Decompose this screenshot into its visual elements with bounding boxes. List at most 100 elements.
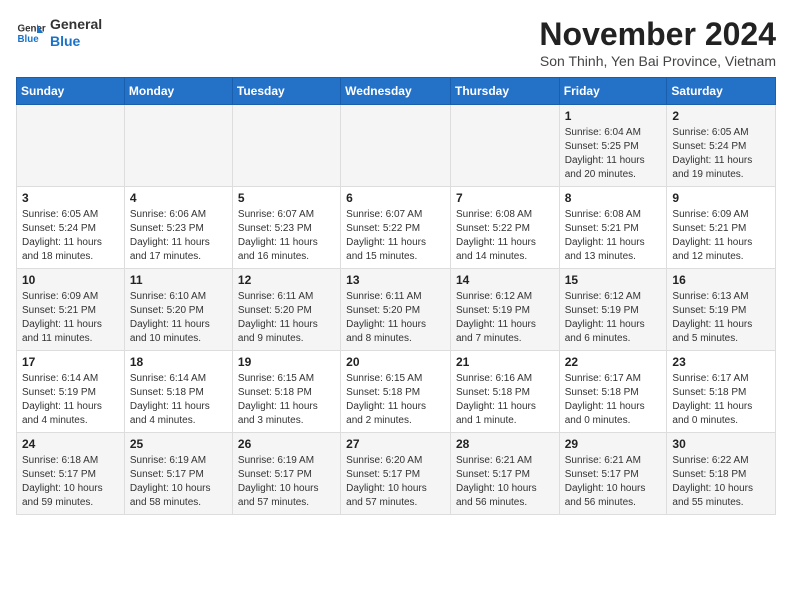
day-cell: 18Sunrise: 6:14 AM Sunset: 5:18 PM Dayli… <box>124 351 232 433</box>
logo-text: General Blue <box>50 16 102 50</box>
day-number: 19 <box>238 355 335 369</box>
day-info: Sunrise: 6:18 AM Sunset: 5:17 PM Dayligh… <box>22 454 119 510</box>
day-number: 30 <box>672 437 770 451</box>
day-number: 27 <box>346 437 445 451</box>
logo-blue: Blue <box>50 33 102 50</box>
weekday-header-tuesday: Tuesday <box>232 78 340 105</box>
day-info: Sunrise: 6:16 AM Sunset: 5:18 PM Dayligh… <box>456 372 554 428</box>
day-cell <box>17 105 125 187</box>
day-number: 17 <box>22 355 119 369</box>
day-number: 8 <box>565 191 662 205</box>
day-number: 3 <box>22 191 119 205</box>
day-info: Sunrise: 6:04 AM Sunset: 5:25 PM Dayligh… <box>565 126 662 182</box>
day-info: Sunrise: 6:07 AM Sunset: 5:22 PM Dayligh… <box>346 208 445 264</box>
day-cell: 17 Sunrise: 6:14 AM Sunset: 5:19 PM Dayli… <box>17 351 125 433</box>
weekday-header-monday: Monday <box>124 78 232 105</box>
day-info: Sunrise: 6:19 AM Sunset: 5:17 PM Dayligh… <box>238 454 335 510</box>
day-info: Sunrise: 6:08 AM Sunset: 5:22 PM Dayligh… <box>456 208 554 264</box>
day-info: Sunrise: 6:12 AM Sunset: 5:19 PM Dayligh… <box>565 290 662 346</box>
weekday-header-friday: Friday <box>559 78 667 105</box>
day-number: 22 <box>565 355 662 369</box>
day-number: 18 <box>130 355 227 369</box>
day-info: Sunrise: 6:09 AM Sunset: 5:21 PM Dayligh… <box>22 290 119 346</box>
day-cell: 4 Sunrise: 6:06 AM Sunset: 5:23 PM Daylig… <box>124 187 232 269</box>
day-number: 7 <box>456 191 554 205</box>
day-cell <box>341 105 451 187</box>
week-row-4: 17 Sunrise: 6:14 AM Sunset: 5:19 PM Dayli… <box>17 351 776 433</box>
day-number: 14 <box>456 273 554 287</box>
day-info: Sunrise: 6:05 AM Sunset: 5:24 PM Dayligh… <box>22 208 119 264</box>
day-number: 2 <box>672 109 770 123</box>
day-info: Sunrise: 6:08 AM Sunset: 5:21 PM Dayligh… <box>565 208 662 264</box>
day-cell: 19 Sunrise: 6:15 AM Sunset: 5:18 PM Dayli… <box>232 351 340 433</box>
day-number: 26 <box>238 437 335 451</box>
week-row-5: 24Sunrise: 6:18 AM Sunset: 5:17 PM Dayli… <box>17 433 776 515</box>
day-info: Sunrise: 6:22 AM Sunset: 5:18 PM Dayligh… <box>672 454 770 510</box>
day-cell: 24Sunrise: 6:18 AM Sunset: 5:17 PM Dayli… <box>17 433 125 515</box>
day-cell: 22Sunrise: 6:17 AM Sunset: 5:18 PM Dayli… <box>559 351 667 433</box>
day-number: 21 <box>456 355 554 369</box>
day-number: 16 <box>672 273 770 287</box>
day-cell: 3 Sunrise: 6:05 AM Sunset: 5:24 PM Daylig… <box>17 187 125 269</box>
day-cell: 1 Sunrise: 6:04 AM Sunset: 5:25 PM Daylig… <box>559 105 667 187</box>
day-cell <box>232 105 340 187</box>
day-cell: 27 Sunrise: 6:20 AM Sunset: 5:17 PM Dayli… <box>341 433 451 515</box>
day-cell: 30 Sunrise: 6:22 AM Sunset: 5:18 PM Dayli… <box>667 433 776 515</box>
day-number: 9 <box>672 191 770 205</box>
month-title: November 2024 <box>539 16 776 53</box>
day-info: Sunrise: 6:15 AM Sunset: 5:18 PM Dayligh… <box>346 372 445 428</box>
day-cell <box>124 105 232 187</box>
day-number: 29 <box>565 437 662 451</box>
day-info: Sunrise: 6:21 AM Sunset: 5:17 PM Dayligh… <box>456 454 554 510</box>
day-info: Sunrise: 6:07 AM Sunset: 5:23 PM Dayligh… <box>238 208 335 264</box>
day-info: Sunrise: 6:15 AM Sunset: 5:18 PM Dayligh… <box>238 372 335 428</box>
day-info: Sunrise: 6:14 AM Sunset: 5:19 PM Dayligh… <box>22 372 119 428</box>
day-cell: 11Sunrise: 6:10 AM Sunset: 5:20 PM Dayli… <box>124 269 232 351</box>
day-number: 10 <box>22 273 119 287</box>
day-cell: 5 Sunrise: 6:07 AM Sunset: 5:23 PM Daylig… <box>232 187 340 269</box>
day-number: 28 <box>456 437 554 451</box>
day-number: 11 <box>130 273 227 287</box>
day-number: 25 <box>130 437 227 451</box>
day-number: 15 <box>565 273 662 287</box>
day-cell: 12 Sunrise: 6:11 AM Sunset: 5:20 PM Dayli… <box>232 269 340 351</box>
day-cell: 15 Sunrise: 6:12 AM Sunset: 5:19 PM Dayli… <box>559 269 667 351</box>
day-number: 23 <box>672 355 770 369</box>
weekday-header-wednesday: Wednesday <box>341 78 451 105</box>
day-cell: 10 Sunrise: 6:09 AM Sunset: 5:21 PM Dayli… <box>17 269 125 351</box>
day-info: Sunrise: 6:12 AM Sunset: 5:19 PM Dayligh… <box>456 290 554 346</box>
day-number: 4 <box>130 191 227 205</box>
day-number: 13 <box>346 273 445 287</box>
weekday-header-saturday: Saturday <box>667 78 776 105</box>
day-number: 1 <box>565 109 662 123</box>
logo-icon: General Blue <box>16 18 46 48</box>
day-cell: 26 Sunrise: 6:19 AM Sunset: 5:17 PM Dayli… <box>232 433 340 515</box>
day-number: 20 <box>346 355 445 369</box>
day-cell: 2Sunrise: 6:05 AM Sunset: 5:24 PM Daylig… <box>667 105 776 187</box>
day-cell <box>450 105 559 187</box>
title-area: November 2024 Son Thinh, Yen Bai Provinc… <box>539 16 776 69</box>
day-cell: 7 Sunrise: 6:08 AM Sunset: 5:22 PM Daylig… <box>450 187 559 269</box>
day-info: Sunrise: 6:20 AM Sunset: 5:17 PM Dayligh… <box>346 454 445 510</box>
day-cell: 23 Sunrise: 6:17 AM Sunset: 5:18 PM Dayli… <box>667 351 776 433</box>
day-cell: 29Sunrise: 6:21 AM Sunset: 5:17 PM Dayli… <box>559 433 667 515</box>
day-cell: 14 Sunrise: 6:12 AM Sunset: 5:19 PM Dayli… <box>450 269 559 351</box>
day-number: 6 <box>346 191 445 205</box>
day-number: 5 <box>238 191 335 205</box>
day-cell: 8 Sunrise: 6:08 AM Sunset: 5:21 PM Daylig… <box>559 187 667 269</box>
weekday-header-sunday: Sunday <box>17 78 125 105</box>
weekday-header-row: SundayMondayTuesdayWednesdayThursdayFrid… <box>17 78 776 105</box>
svg-text:Blue: Blue <box>18 34 40 45</box>
day-info: Sunrise: 6:06 AM Sunset: 5:23 PM Dayligh… <box>130 208 227 264</box>
day-info: Sunrise: 6:11 AM Sunset: 5:20 PM Dayligh… <box>238 290 335 346</box>
day-cell: 9Sunrise: 6:09 AM Sunset: 5:21 PM Daylig… <box>667 187 776 269</box>
day-cell: 13Sunrise: 6:11 AM Sunset: 5:20 PM Dayli… <box>341 269 451 351</box>
day-cell: 6 Sunrise: 6:07 AM Sunset: 5:22 PM Daylig… <box>341 187 451 269</box>
header: General Blue General Blue November 2024 … <box>16 16 776 69</box>
day-cell: 25Sunrise: 6:19 AM Sunset: 5:17 PM Dayli… <box>124 433 232 515</box>
logo-general: General <box>50 16 102 33</box>
day-number: 12 <box>238 273 335 287</box>
week-row-2: 3 Sunrise: 6:05 AM Sunset: 5:24 PM Daylig… <box>17 187 776 269</box>
day-info: Sunrise: 6:17 AM Sunset: 5:18 PM Dayligh… <box>672 372 770 428</box>
day-cell: 20 Sunrise: 6:15 AM Sunset: 5:18 PM Dayli… <box>341 351 451 433</box>
